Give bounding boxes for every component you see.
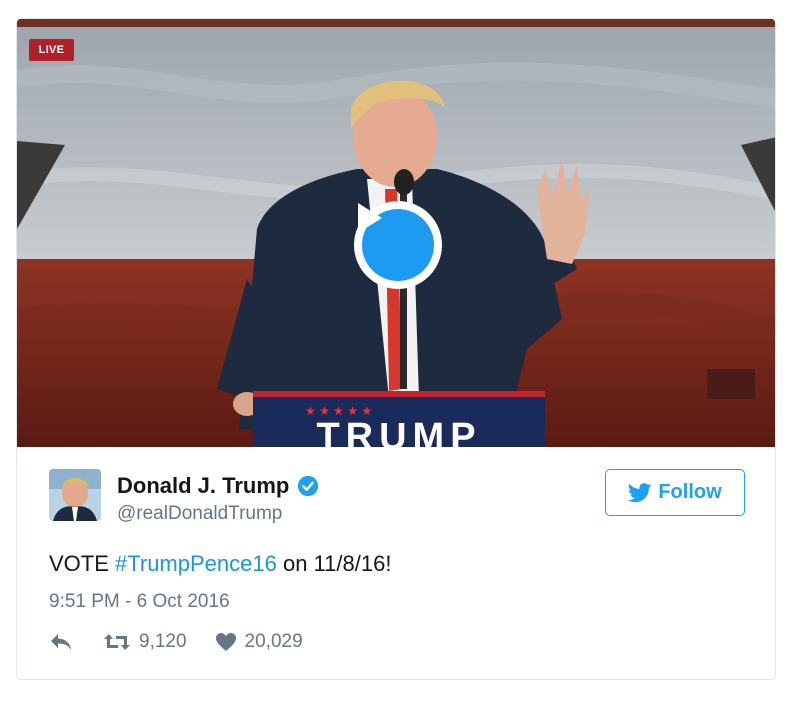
tweet-timestamp[interactable]: 9:51 PM - 6 Oct 2016: [49, 591, 230, 613]
twitter-bird-icon: [628, 482, 652, 502]
tweet-body: Donald J. Trump @realDonaldTrump Follow …: [17, 447, 775, 679]
display-name[interactable]: Donald J. Trump: [117, 473, 289, 499]
retweet-count: 9,120: [139, 631, 187, 652]
avatar[interactable]: [49, 469, 101, 521]
follow-label: Follow: [658, 481, 722, 503]
tweet-text: VOTE #TrumpPence16 on 11/8/16!: [49, 551, 391, 577]
play-icon: [358, 203, 434, 281]
tweet-actions: 9,120 20,029: [49, 631, 303, 653]
reply-button[interactable]: [49, 632, 73, 652]
live-badge: LIVE: [29, 39, 74, 61]
follow-button[interactable]: Follow: [605, 469, 745, 516]
verified-badge-icon: [298, 475, 319, 497]
like-count: 20,029: [244, 631, 303, 652]
tweet-text-before: VOTE: [49, 551, 116, 576]
play-button[interactable]: [354, 201, 442, 289]
podium-sign: TRUMP: [316, 416, 481, 447]
retweet-icon: [104, 634, 130, 650]
tweet-text-after: on 11/8/16!: [276, 551, 392, 576]
like-button[interactable]: 20,029: [215, 631, 303, 653]
tweet-card: ★ ★ ★ ★ ★ TRUMP LIVE Donald J. Trump @re…: [16, 18, 776, 680]
video-player[interactable]: ★ ★ ★ ★ ★ TRUMP LIVE: [17, 19, 775, 447]
hashtag-link[interactable]: #TrumpPence16: [115, 551, 277, 576]
retweet-button[interactable]: 9,120: [103, 631, 187, 653]
author-name-row[interactable]: Donald J. Trump: [117, 473, 319, 499]
user-handle[interactable]: @realDonaldTrump: [117, 503, 282, 525]
reply-icon: [51, 634, 71, 650]
heart-icon: [215, 633, 236, 651]
